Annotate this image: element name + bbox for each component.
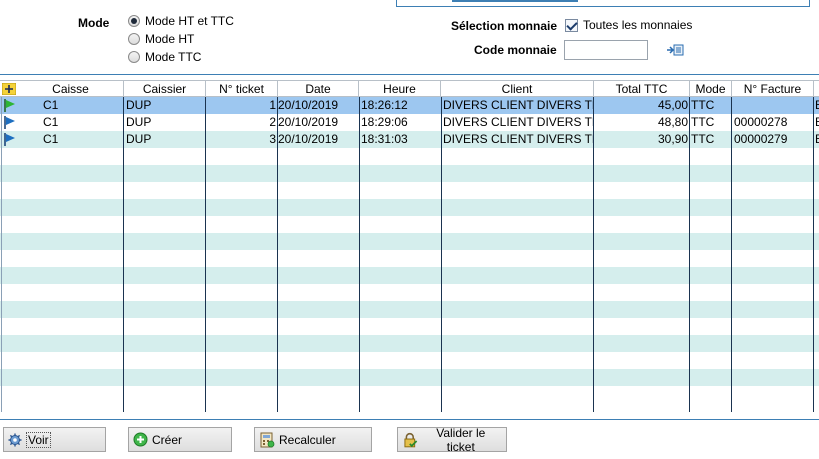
cell-heure: 18:31:03 (361, 132, 408, 146)
column-divider (441, 97, 442, 412)
cell-caisse: C1 (43, 115, 59, 129)
column-header-caissier[interactable]: Caissier (124, 81, 206, 97)
currency-code-input[interactable] (564, 40, 648, 60)
radio-button[interactable] (128, 51, 140, 63)
cell-ticket: 3 (269, 132, 276, 146)
cell-mode: TTC (691, 115, 715, 129)
tickets-table[interactable]: Caisse Caissier N° ticket Date Heure Cli… (0, 80, 819, 412)
recalculer-button[interactable]: Recalculer (254, 427, 372, 452)
column-header-mode[interactable]: Mode (690, 81, 732, 97)
column-divider (813, 97, 814, 412)
add-column-icon[interactable] (2, 83, 16, 95)
all-currencies-checkbox-row[interactable]: Toutes les monnaies (565, 18, 692, 32)
cell-caissier: DUP (126, 132, 152, 146)
cell-caissier: DUP (126, 115, 152, 129)
mode-label: Mode (78, 16, 110, 30)
row-flag-icon (4, 133, 15, 146)
radio-label: Mode HT et TTC (145, 14, 234, 28)
cell-date: 20/10/2019 (278, 98, 339, 112)
currency-code-label: Code monnaie (474, 43, 557, 57)
cell-date: 20/10/2019 (278, 132, 339, 146)
lock-check-icon (404, 432, 418, 447)
column-header-caisse[interactable]: Caisse (18, 81, 124, 97)
cell-facture: 00000279 (734, 132, 788, 146)
cell-total-ttc: 45,00 (657, 98, 688, 112)
radio-label: Mode HT (145, 32, 195, 46)
column-header-date[interactable]: Date (278, 81, 359, 97)
radio-mode-ht[interactable]: Mode HT (128, 31, 194, 47)
cell-mode: TTC (691, 98, 715, 112)
footer-separator (0, 419, 819, 420)
all-currencies-checkbox[interactable] (565, 18, 578, 32)
cell-caissier: DUP (126, 98, 152, 112)
column-divider (593, 97, 594, 412)
gear-icon (8, 433, 22, 446)
cell-extra: E (814, 131, 819, 148)
column-divider (205, 97, 206, 412)
cell-ticket: 2 (269, 115, 276, 129)
radio-mode-ttc[interactable]: Mode TTC (128, 49, 201, 65)
currency-selection-label: Sélection monnaie (451, 19, 558, 33)
radio-label: Mode TTC (145, 50, 202, 64)
cell-total-ttc: 30,90 (657, 132, 688, 146)
cell-caisse: C1 (43, 98, 59, 112)
column-header-total-ttc[interactable]: Total TTC (594, 81, 690, 97)
radio-mode-ht-ttc[interactable]: Mode HT et TTC (128, 13, 234, 29)
cell-ticket: 1 (269, 98, 276, 112)
column-header-heure[interactable]: Heure (359, 81, 441, 97)
valider-ticket-button[interactable]: Valider le ticket (397, 425, 507, 454)
voir-button[interactable]: Voir (3, 427, 106, 452)
creer-button[interactable]: Créer (128, 427, 232, 452)
column-divider (277, 97, 278, 412)
row-flag-icon (4, 116, 15, 129)
cell-date: 20/10/2019 (278, 115, 339, 129)
column-divider (731, 97, 732, 412)
cell-facture: 00000278 (734, 115, 788, 129)
column-header-ticket[interactable]: N° ticket (206, 81, 278, 97)
calculator-icon (260, 432, 275, 447)
cell-extra: E (814, 97, 819, 114)
all-currencies-label: Toutes les monnaies (583, 18, 693, 32)
cell-facture (733, 97, 813, 114)
cell-heure: 18:26:12 (361, 98, 408, 112)
cell-client: DIVERS CLIENT DIVERS TR (443, 115, 594, 129)
radio-button[interactable] (128, 33, 140, 45)
creer-button-label: Créer (152, 432, 183, 447)
header-separator (0, 74, 819, 75)
tab-active-indicator (452, 0, 578, 2)
table-header: Caisse Caissier N° ticket Date Heure Cli… (0, 81, 819, 97)
column-header-facture[interactable]: N° Facture (732, 81, 814, 97)
cell-heure: 18:29:06 (361, 115, 408, 129)
valider-ticket-button-label: Valider le ticket (436, 425, 486, 454)
voir-button-label: Voir (26, 431, 51, 448)
cell-client: DIVERS CLIENT DIVERS TR (443, 132, 594, 146)
column-header-client[interactable]: Client (441, 81, 594, 97)
recalculer-button-label: Recalculer (279, 432, 336, 447)
cell-caisse: C1 (43, 132, 59, 146)
cell-total-ttc: 48,80 (657, 115, 688, 129)
column-divider (689, 97, 690, 412)
lookup-list-icon[interactable] (666, 43, 684, 57)
column-divider (359, 97, 360, 412)
cell-client: DIVERS CLIENT DIVERS TR (443, 98, 594, 112)
column-divider (123, 97, 124, 412)
table-left-border (1, 97, 2, 412)
top-tab-strip (0, 0, 819, 8)
radio-button[interactable] (128, 15, 140, 27)
add-circle-icon (133, 432, 148, 447)
cell-mode: TTC (691, 132, 715, 146)
cell-extra: E (814, 114, 819, 131)
row-flag-icon (4, 99, 15, 112)
